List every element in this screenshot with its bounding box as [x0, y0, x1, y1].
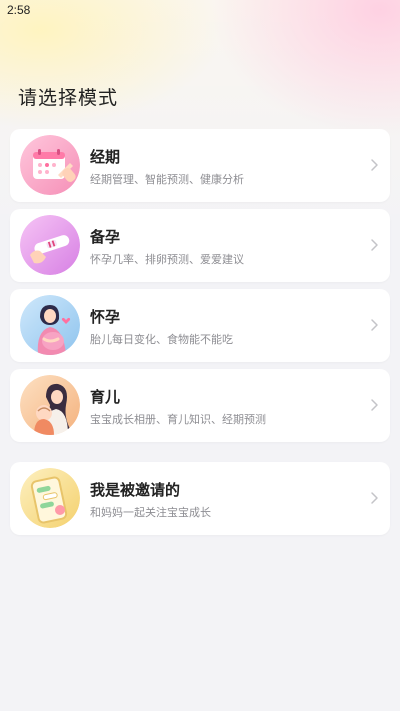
chevron-right-icon: [368, 318, 380, 332]
chevron-right-icon: [368, 398, 380, 412]
test-strip-icon: [20, 215, 80, 275]
mode-title: 经期: [90, 148, 121, 166]
mode-title: 育儿: [90, 388, 121, 406]
mode-subtitle: 胎儿每日变化、食物能不能吃: [90, 333, 233, 346]
invite-subtitle: 和妈妈一起关注宝宝成长: [90, 506, 211, 519]
chevron-right-icon: [368, 491, 380, 505]
page-title: 请选择模式: [18, 87, 119, 109]
mode-card-period[interactable]: 经期 经期管理、智能预测、健康分析: [10, 129, 390, 202]
mode-title: 备孕: [90, 228, 121, 246]
status-bar-time: 2:58: [7, 3, 31, 17]
invited-user-card[interactable]: 我是被邀请的 和妈妈一起关注宝宝成长: [10, 462, 390, 535]
invite-title: 我是被邀请的: [90, 481, 181, 499]
mode-subtitle: 怀孕几率、排卵预测、爱爱建议: [90, 253, 244, 266]
chevron-right-icon: [368, 158, 380, 172]
mode-card-trying-to-conceive[interactable]: 备孕 怀孕几率、排卵预测、爱爱建议: [10, 209, 390, 282]
mode-subtitle: 宝宝成长相册、育儿知识、经期预测: [90, 413, 266, 426]
mode-subtitle: 经期管理、智能预测、健康分析: [90, 173, 244, 186]
phone-chat-icon: [20, 468, 80, 528]
chevron-right-icon: [368, 238, 380, 252]
mode-card-parenting[interactable]: 育儿 宝宝成长相册、育儿知识、经期预测: [10, 369, 390, 442]
mode-card-pregnancy[interactable]: 怀孕 胎儿每日变化、食物能不能吃: [10, 289, 390, 362]
calendar-icon: [20, 135, 80, 195]
mode-title: 怀孕: [90, 308, 121, 326]
pregnant-woman-icon: [20, 295, 80, 355]
mother-baby-icon: [20, 375, 80, 435]
